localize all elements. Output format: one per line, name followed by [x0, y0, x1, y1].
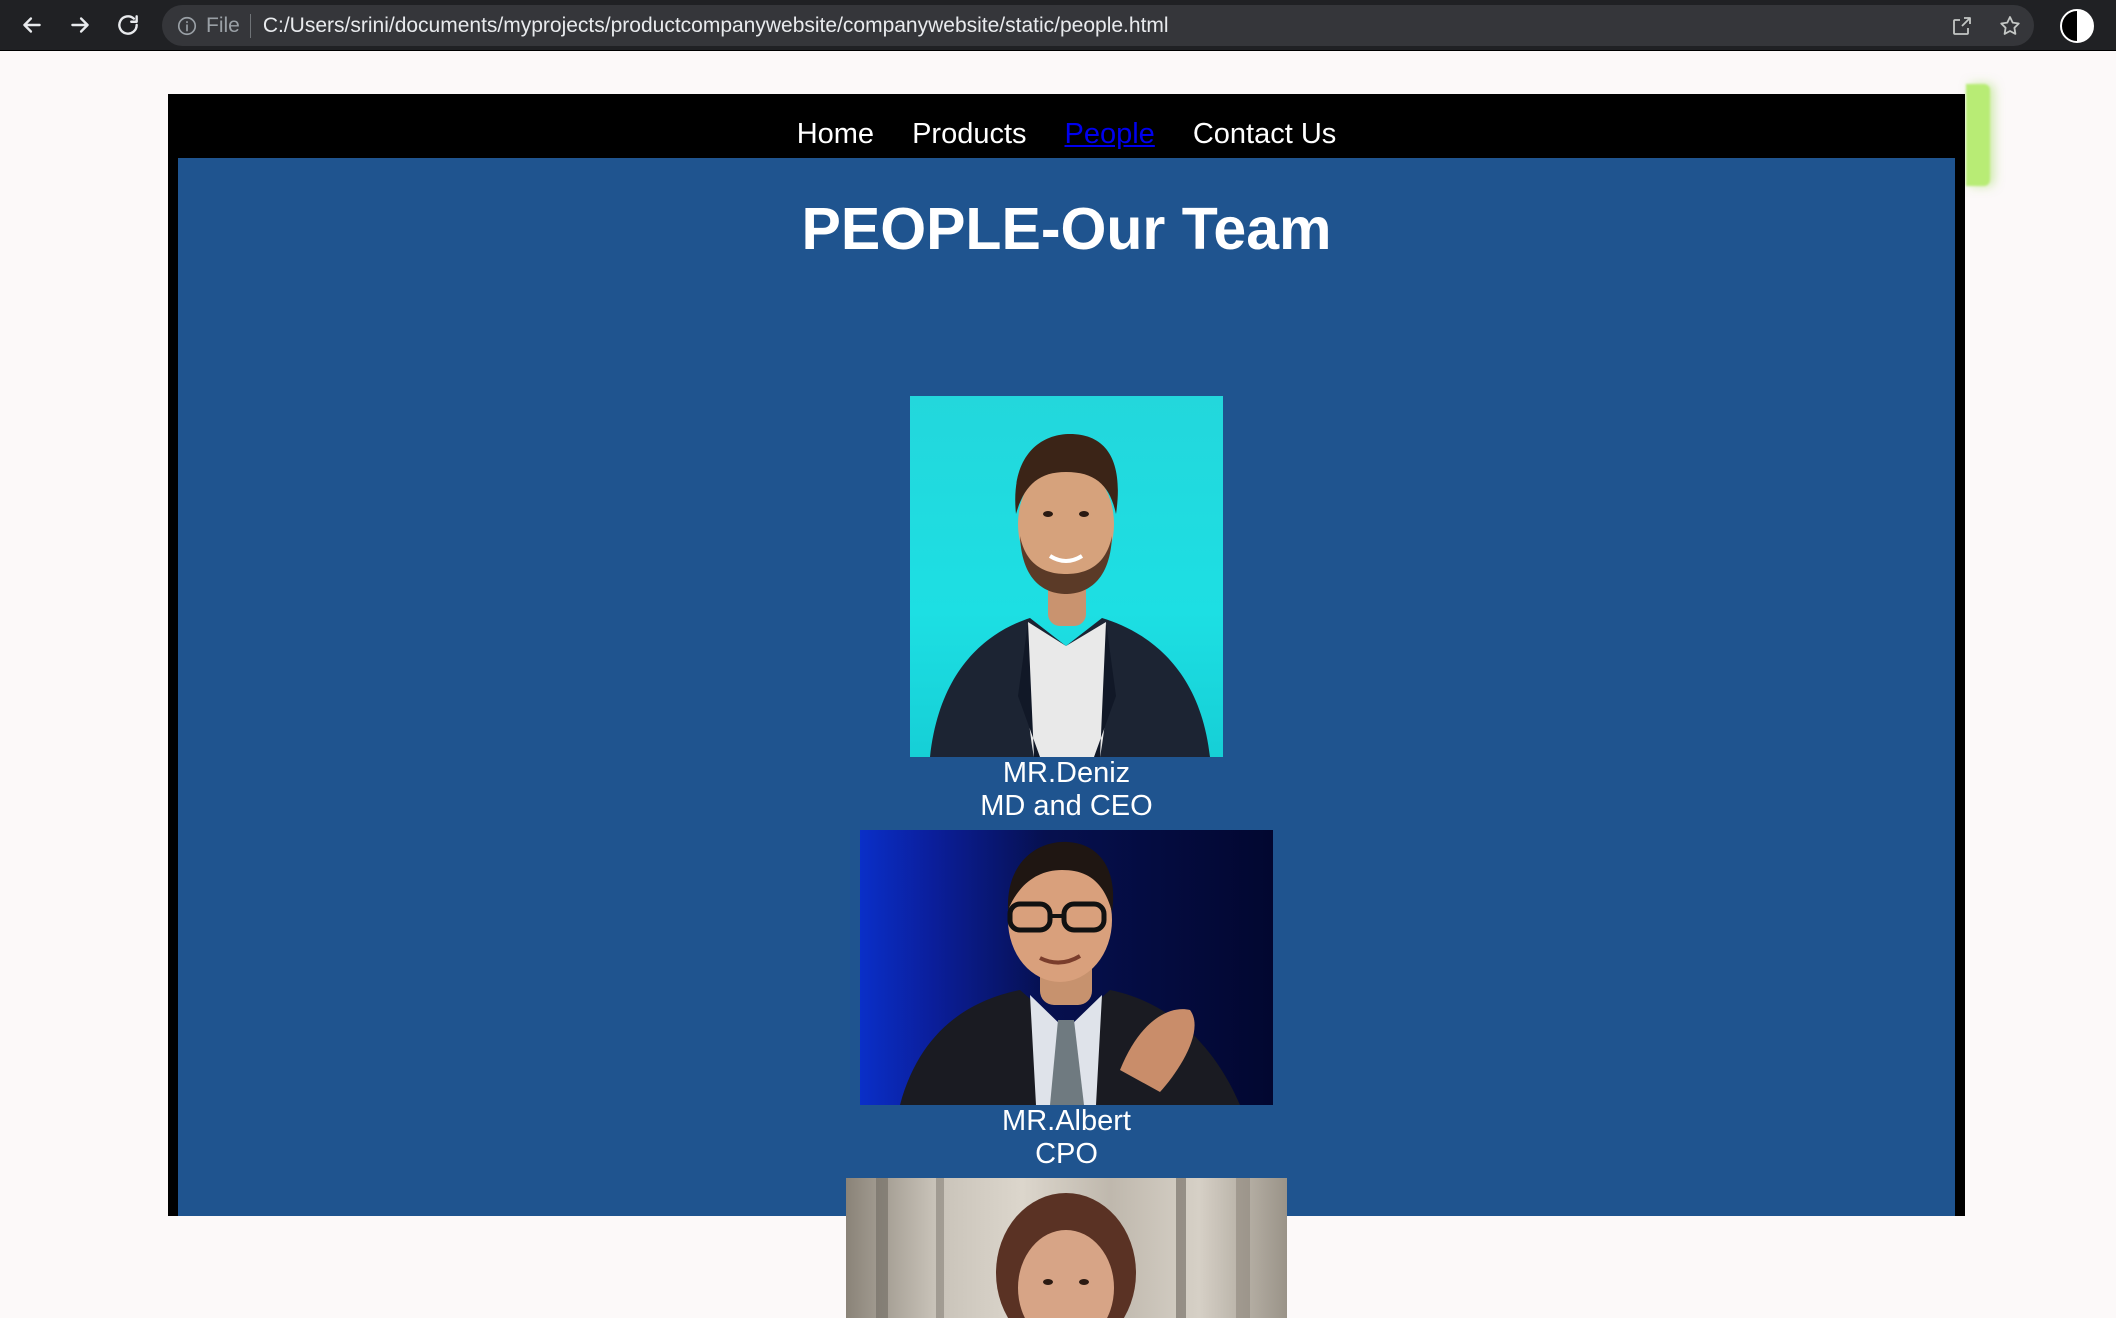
back-button[interactable] — [8, 0, 56, 51]
team-member-role: CPO — [1035, 1138, 1098, 1170]
portrait-image — [900, 841, 1240, 1105]
arrow-left-icon — [23, 17, 41, 33]
portrait-image — [876, 1178, 1250, 1318]
team-member-name: MR.Deniz — [1002, 757, 1131, 789]
team-member — [178, 1178, 1955, 1318]
info-icon[interactable] — [176, 15, 198, 37]
team-member-photo — [846, 1178, 1287, 1318]
star-icon — [2000, 15, 2020, 35]
arrow-right-icon — [71, 17, 89, 33]
profile-avatar[interactable] — [2060, 9, 2094, 43]
nav-products[interactable]: Products — [912, 118, 1026, 151]
reload-button[interactable] — [104, 0, 152, 51]
address-bar[interactable]: File C:/Users/srini/documents/myprojects… — [162, 5, 2034, 46]
bookmark-button[interactable] — [1986, 5, 2034, 46]
nav-contact-us[interactable]: Contact Us — [1193, 118, 1336, 151]
page-frame: Home Products People Contact Us PEOPLE-O… — [168, 94, 1965, 1318]
team-member-photo — [910, 396, 1223, 757]
team-member-role: MD and CEO — [980, 790, 1153, 822]
page-title: PEOPLE-Our Team — [801, 196, 1332, 262]
site-navbar: Home Products People Contact Us — [168, 94, 1965, 158]
nav-home[interactable]: Home — [797, 118, 874, 151]
reload-icon — [118, 15, 138, 35]
share-icon — [1953, 16, 1971, 35]
browser-toolbar: File C:/Users/srini/documents/myprojects… — [0, 0, 2116, 51]
main-content: PEOPLE-Our Team MR.Deniz MD and CEO MR.A… — [178, 158, 1955, 1318]
scheme-label: File — [206, 13, 240, 37]
portrait-image — [930, 434, 1210, 757]
forward-button[interactable] — [56, 0, 104, 51]
team-member-photo — [860, 830, 1273, 1105]
url-text[interactable]: C:/Users/srini/documents/myprojects/prod… — [263, 14, 1169, 38]
nav-list: Home Products People Contact Us — [778, 118, 1356, 151]
extension-tab — [1966, 84, 1990, 186]
team-member: MR.Albert CPO — [178, 830, 1955, 1171]
team-member: MR.Deniz MD and CEO — [178, 396, 1955, 823]
share-button[interactable] — [1938, 5, 1986, 46]
team-member-name: MR.Albert — [1002, 1105, 1131, 1137]
divider — [249, 13, 251, 38]
omnibox-actions — [1938, 5, 2034, 46]
nav-people[interactable]: People — [1065, 118, 1155, 151]
